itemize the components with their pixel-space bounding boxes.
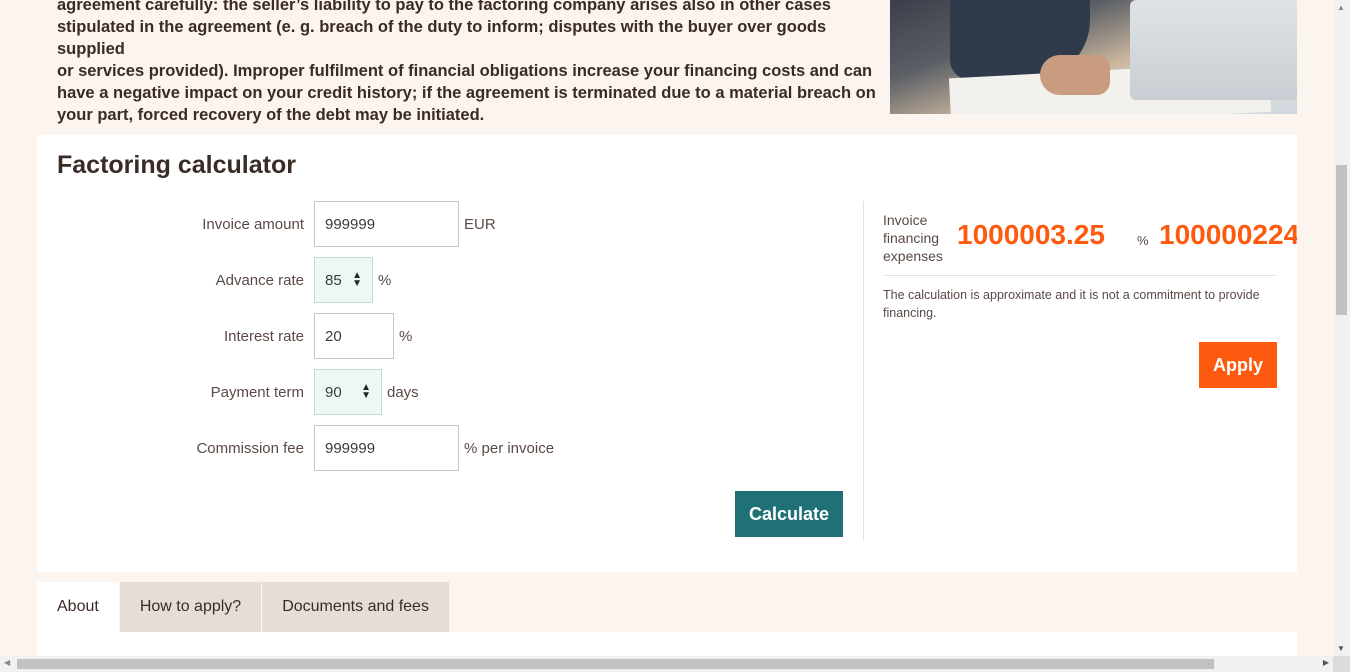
tab-content-panel <box>37 632 1297 656</box>
select-arrows-icon: ▲ ▼ <box>361 382 371 401</box>
scrollbar-corner <box>1333 656 1350 672</box>
scroll-left-icon[interactable]: ◀ <box>4 658 10 667</box>
vertical-scrollbar[interactable]: ▲ ▼ <box>1333 0 1350 656</box>
hero-photo <box>890 0 1297 114</box>
commission-fee-unit: % per invoice <box>464 439 555 457</box>
invoice-amount-input[interactable]: 999999 <box>314 201 459 247</box>
factoring-calculator-card: Factoring calculator Invoice amount 9999… <box>37 135 1297 572</box>
result-percent-unit: % <box>1137 233 1149 248</box>
info-tabs: About How to apply? Documents and fees <box>37 582 450 632</box>
scroll-down-icon[interactable]: ▼ <box>1337 644 1345 653</box>
tab-how-to-apply[interactable]: How to apply? <box>119 582 262 632</box>
invoice-amount-row: Invoice amount 999999 EUR <box>37 201 496 247</box>
apply-button[interactable]: Apply <box>1199 342 1277 388</box>
intro-line: your part, forced recovery of the debt m… <box>57 106 485 124</box>
calculate-button[interactable]: Calculate <box>735 491 843 537</box>
intro-line: have a negative impact on your credit hi… <box>57 84 876 102</box>
payment-term-select[interactable]: 90 ▲ ▼ <box>314 369 382 415</box>
interest-rate-label: Interest rate <box>223 327 304 345</box>
photo-hand-shape <box>1040 55 1110 95</box>
tab-about[interactable]: About <box>37 582 119 632</box>
payment-term-value: 90 <box>325 383 342 401</box>
advance-rate-row: Advance rate 85 ▲ ▼ % <box>37 257 391 303</box>
horizontal-scroll-thumb[interactable] <box>17 659 1214 669</box>
payment-term-unit: days <box>387 383 419 401</box>
advance-rate-unit: % <box>378 271 392 289</box>
tab-documents-and-fees[interactable]: Documents and fees <box>262 582 449 632</box>
select-arrows-icon: ▲ ▼ <box>352 270 362 289</box>
invoice-amount-label: Invoice amount <box>202 215 304 233</box>
photo-laptop-shape <box>1130 0 1297 100</box>
invoice-amount-unit: EUR <box>464 215 496 233</box>
commission-fee-input[interactable]: 999999 <box>314 425 459 471</box>
interest-rate-unit: % <box>399 327 413 345</box>
calculation-disclaimer: The calculation is approximate and it is… <box>883 288 1260 320</box>
payment-term-label: Payment term <box>210 383 304 401</box>
interest-rate-row: Interest rate 20 % <box>37 313 412 359</box>
advance-rate-label: Advance rate <box>215 271 304 289</box>
column-divider <box>863 201 864 541</box>
advance-rate-select[interactable]: 85 ▲ ▼ <box>314 257 373 303</box>
scroll-right-icon[interactable]: ▶ <box>1323 658 1329 667</box>
intro-line: stipulated in the agreement (e. g. breac… <box>57 18 827 58</box>
intro-line: or services provided). Improper fulfilme… <box>57 62 873 80</box>
scroll-up-icon[interactable]: ▲ <box>1337 3 1345 12</box>
intro-line: agreement carefully: the seller’s liabil… <box>57 0 831 14</box>
result-values: 1000003.25 % 1000002249 <box>883 205 1297 275</box>
intro-paragraph: agreement carefully: the seller’s liabil… <box>57 0 877 126</box>
result-percent-value: 1000003.25 <box>957 219 1105 250</box>
horizontal-scrollbar[interactable]: ◀ ▶ <box>0 656 1333 672</box>
advance-rate-value: 85 <box>325 271 342 289</box>
calculator-title: Factoring calculator <box>57 151 296 179</box>
commission-fee-row: Commission fee 999999 % per invoice <box>37 425 554 471</box>
payment-term-row: Payment term 90 ▲ ▼ days <box>37 369 419 415</box>
interest-rate-input[interactable]: 20 <box>314 313 394 359</box>
result-divider <box>883 275 1277 276</box>
vertical-scroll-thumb[interactable] <box>1336 165 1347 315</box>
commission-fee-label: Commission fee <box>196 439 304 457</box>
result-amount-value: 1000002249 <box>1159 219 1297 250</box>
